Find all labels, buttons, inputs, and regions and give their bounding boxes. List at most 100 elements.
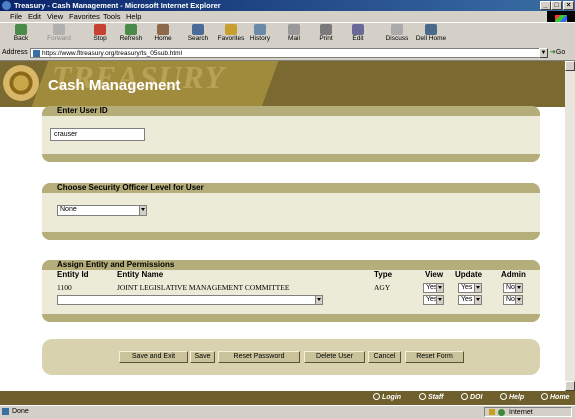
save-button[interactable]: Save xyxy=(190,351,215,363)
page-status-icon xyxy=(2,408,9,415)
panel-title: Choose Security Officer Level for User xyxy=(42,183,540,193)
print-button[interactable]: Print xyxy=(309,24,343,46)
column-header-view: View xyxy=(425,270,444,279)
edit-button[interactable]: Edit xyxy=(341,24,375,46)
search-button[interactable]: Search xyxy=(181,24,215,46)
back-button[interactable]: Back xyxy=(4,24,38,46)
home-icon xyxy=(157,24,169,35)
chevron-down-icon xyxy=(515,296,522,304)
forward-button[interactable]: Forward xyxy=(42,24,76,46)
reset-form-button[interactable]: Reset Form xyxy=(405,351,464,363)
chevron-down-icon xyxy=(515,284,522,292)
entity-name-cell: JOINT LEGISLATIVE MANAGEMENT COMMITTEE xyxy=(117,283,290,292)
address-input[interactable]: https://www.fltreasury.org/treasury/ts_0… xyxy=(30,48,540,58)
staff-icon xyxy=(419,393,426,400)
address-bar: Address https://www.fltreasury.org/treas… xyxy=(0,47,575,61)
back-arrow-icon xyxy=(15,24,27,35)
menu-view[interactable]: View xyxy=(47,12,63,21)
entity-permissions-panel: Assign Entity and Permissions Entity Id … xyxy=(42,260,540,322)
view-permission-select[interactable]: Yes xyxy=(423,283,444,293)
entity-select[interactable] xyxy=(57,295,323,305)
page-header: TREASURY Cash Management xyxy=(0,61,575,107)
security-level-panel: Choose Security Officer Level for User N… xyxy=(42,183,540,240)
scroll-up-button[interactable] xyxy=(565,61,575,71)
forward-arrow-icon xyxy=(53,24,65,35)
admin-permission-select[interactable]: No xyxy=(503,283,523,293)
footer-link-staff[interactable]: Staff xyxy=(419,393,443,401)
footer-link-login[interactable]: Login xyxy=(373,393,401,401)
footer-link-doi[interactable]: DOI xyxy=(461,393,482,401)
window-title: Treasury - Cash Management - Microsoft I… xyxy=(14,1,221,10)
print-icon xyxy=(320,24,332,35)
go-button[interactable]: ➜Go xyxy=(550,48,565,56)
menu-bar: File Edit View Favorites Tools Help xyxy=(0,11,575,22)
update-permission-select[interactable]: Yes xyxy=(458,295,482,305)
mail-icon xyxy=(288,24,300,35)
window-title-bar: Treasury - Cash Management - Microsoft I… xyxy=(0,0,575,11)
page-icon xyxy=(33,50,40,57)
internet-zone-icon xyxy=(498,409,505,416)
home-button[interactable]: Home xyxy=(146,24,180,46)
menu-tools[interactable]: Tools xyxy=(103,12,121,21)
panel-title: Assign Entity and Permissions xyxy=(42,260,540,270)
search-icon xyxy=(192,24,204,35)
scroll-down-button[interactable] xyxy=(565,381,575,391)
history-button[interactable]: History xyxy=(243,24,277,46)
footer-link-home[interactable]: Home xyxy=(541,393,569,401)
chevron-down-icon xyxy=(474,296,481,304)
panel-title: Enter User ID xyxy=(42,106,540,116)
chevron-down-icon xyxy=(139,206,146,215)
maximize-button[interactable]: □ xyxy=(551,1,562,10)
discuss-icon xyxy=(391,24,403,35)
address-url: https://www.fltreasury.org/treasury/ts_0… xyxy=(42,50,183,57)
doi-icon xyxy=(461,393,468,400)
refresh-icon xyxy=(125,24,137,35)
dell-home-button[interactable]: Dell Home xyxy=(411,24,451,46)
column-header-update: Update xyxy=(455,270,483,279)
user-id-input[interactable]: crauser xyxy=(50,128,145,141)
entity-type-cell: AGY xyxy=(374,283,391,292)
minimize-button[interactable]: _ xyxy=(540,1,551,10)
stop-button[interactable]: Stop xyxy=(83,24,117,46)
footer-link-help[interactable]: Help xyxy=(500,393,524,401)
column-header-type: Type xyxy=(374,270,393,279)
column-header-admin: Admin xyxy=(501,270,526,279)
discuss-button[interactable]: Discuss xyxy=(380,24,414,46)
edit-icon xyxy=(352,24,364,35)
reset-password-button[interactable]: Reset Password xyxy=(218,351,300,363)
vertical-scrollbar[interactable] xyxy=(565,61,575,391)
cancel-button[interactable]: Cancel xyxy=(368,351,401,363)
dell-home-icon xyxy=(425,24,437,35)
status-text: Done xyxy=(12,408,29,415)
column-header-entity-id: Entity Id xyxy=(57,270,89,279)
menu-favorites[interactable]: Favorites xyxy=(69,12,100,21)
address-dropdown-button[interactable]: ▼ xyxy=(539,48,548,58)
chevron-down-icon xyxy=(436,296,443,304)
admin-permission-select[interactable]: No xyxy=(503,295,523,305)
chevron-down-icon xyxy=(474,284,481,292)
close-button[interactable]: × xyxy=(563,1,574,10)
refresh-button[interactable]: Refresh xyxy=(114,24,148,46)
user-id-panel: Enter User ID crauser xyxy=(42,106,540,162)
page-content: TREASURY Cash Management Enter User ID c… xyxy=(0,61,575,405)
lock-icon xyxy=(489,409,495,415)
favorites-icon xyxy=(225,24,237,35)
update-permission-select[interactable]: Yes xyxy=(458,283,482,293)
delete-user-button[interactable]: Delete User xyxy=(304,351,365,363)
column-header-entity-name: Entity Name xyxy=(117,270,164,279)
mail-button[interactable]: Mail xyxy=(277,24,311,46)
help-icon xyxy=(500,393,507,400)
page-footer: Login Staff DOI Help Home xyxy=(0,391,575,405)
history-icon xyxy=(254,24,266,35)
menu-help[interactable]: Help xyxy=(126,12,141,21)
browser-toolbar: Back Forward Stop Refresh Home Search Fa… xyxy=(0,22,575,48)
entity-id-cell: 1100 xyxy=(57,283,72,292)
security-zone: Internet xyxy=(484,407,572,417)
view-permission-select[interactable]: Yes xyxy=(423,295,444,305)
ie-app-icon xyxy=(2,1,11,10)
security-level-select[interactable]: None xyxy=(57,205,147,216)
menu-file[interactable]: File xyxy=(10,12,22,21)
page-title: Cash Management xyxy=(48,77,181,94)
menu-edit[interactable]: Edit xyxy=(28,12,41,21)
save-and-exit-button[interactable]: Save and Exit xyxy=(119,351,188,363)
